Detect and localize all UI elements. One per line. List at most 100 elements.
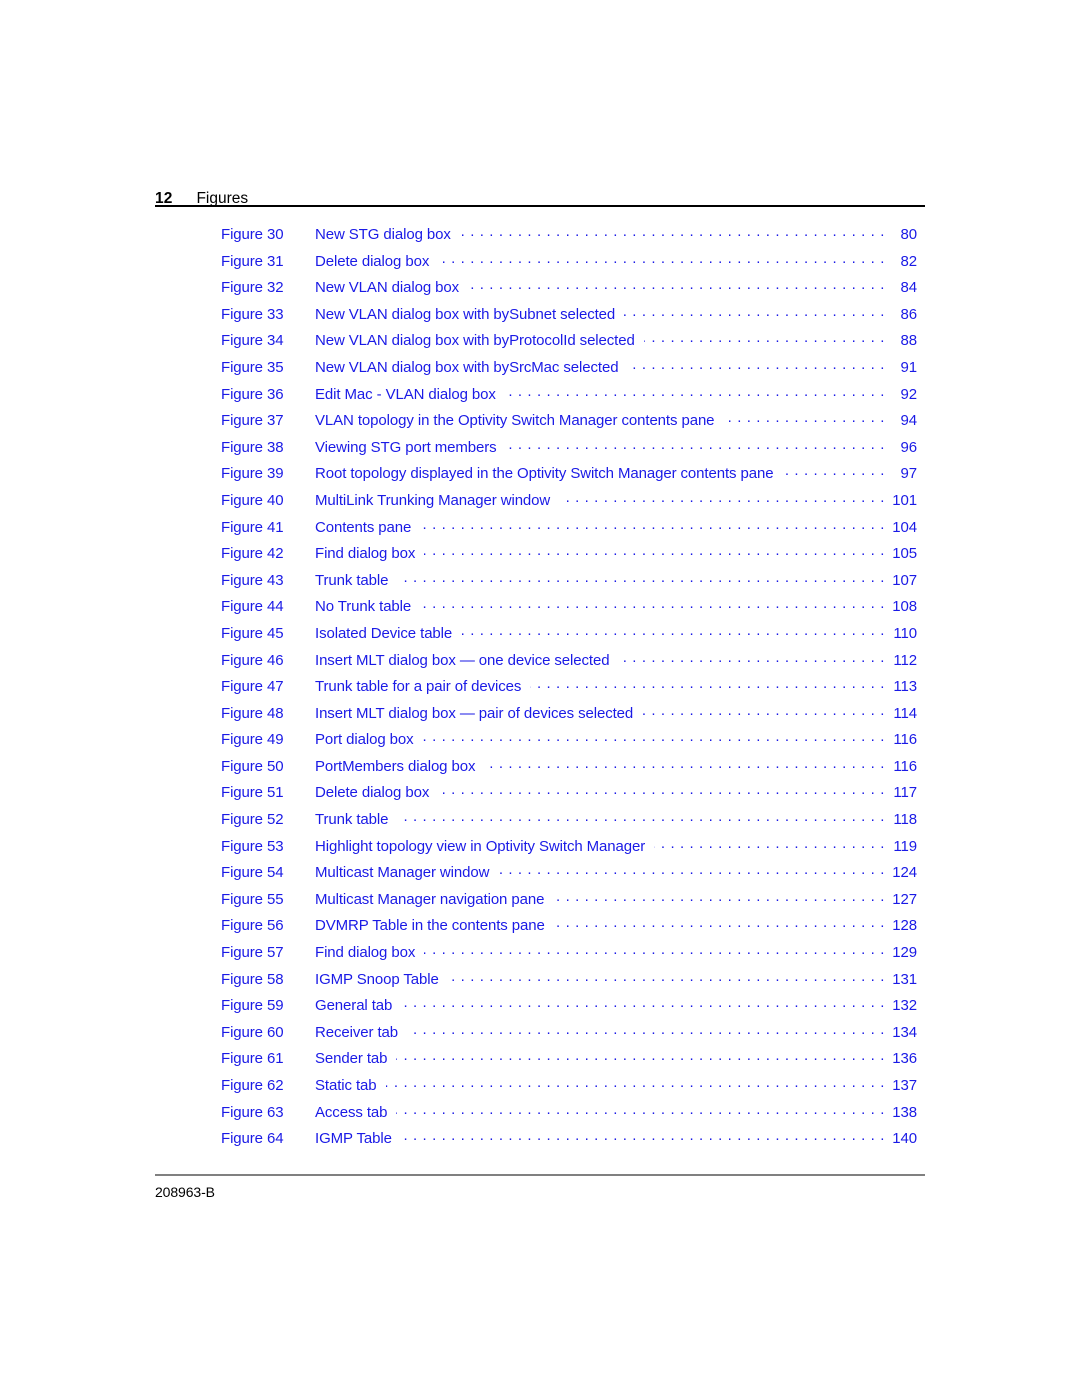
figure-entry[interactable]: Figure 58 IGMP Snoop Table 131: [221, 969, 917, 996]
dot-leader: [782, 463, 885, 478]
figure-entry-page-number: 132: [892, 997, 917, 1015]
figure-entry[interactable]: Figure 30 New STG dialog box 80: [221, 224, 917, 251]
figure-entry-label: Figure 50: [221, 757, 284, 775]
figure-entry[interactable]: Figure 43 Trunk table 107: [221, 570, 917, 597]
figure-entry-page-number: 137: [892, 1077, 917, 1094]
figure-entry[interactable]: Figure 56 DVMRP Table in the contents pan…: [221, 915, 917, 942]
list-of-figures: Figure 30 New STG dialog box 80 Figure 31 De…: [221, 224, 917, 1155]
figure-entry-page-number: 94: [900, 412, 918, 430]
dot-leader: [396, 1102, 885, 1117]
figure-entry[interactable]: Figure 49 Port dialog box 116: [221, 729, 917, 756]
dot-leader: [460, 224, 885, 239]
figure-entry[interactable]: Figure 52 Trunk table 118: [221, 809, 917, 836]
figure-entry[interactable]: Figure 33 New VLAN dialog box with bySubn…: [221, 304, 917, 331]
figure-entry[interactable]: Figure 31 Delete dialog box 82: [221, 251, 917, 278]
figure-entry-label: Figure 51: [221, 784, 284, 802]
dot-leader: [423, 729, 885, 744]
figure-entry[interactable]: Figure 55 Multicast Manager navigation pa…: [221, 889, 917, 916]
figure-entry[interactable]: Figure 32 New VLAN dialog box 84: [221, 277, 917, 304]
figure-entry-label: Figure 43: [221, 571, 284, 589]
dot-leader: [627, 357, 885, 372]
figure-entry-label: Figure 52: [221, 811, 284, 829]
figure-entry[interactable]: Figure 50 PortMembers dialog box 116: [221, 756, 917, 783]
figure-entry-page-number: 104: [892, 518, 917, 536]
figure-entry[interactable]: Figure 38 Viewing STG port members 96: [221, 437, 917, 464]
figure-entry[interactable]: Figure 34 New VLAN dialog box with byProt…: [221, 330, 917, 357]
figure-entry[interactable]: Figure 61 Sender tab 136: [221, 1048, 917, 1075]
figure-entry[interactable]: Figure 57 Find dialog box 129: [221, 942, 917, 969]
figure-entry-label: Figure 42: [221, 545, 284, 563]
figure-entry[interactable]: Figure 51 Delete dialog box 117: [221, 782, 917, 809]
figure-entry-title: Delete dialog box: [315, 252, 430, 270]
figure-entry-label: Figure 63: [221, 1103, 284, 1121]
figure-entry[interactable]: Figure 37 VLAN topology in the Optivity S…: [221, 410, 917, 437]
figure-entry[interactable]: Figure 59 General tab 132: [221, 995, 917, 1022]
figure-entry-title: DVMRP Table in the contents pane: [315, 917, 545, 935]
figure-entry-page-number: 91: [900, 358, 918, 376]
figure-entry-page-number: 116: [893, 757, 917, 775]
figure-entry-page-number: 114: [893, 704, 917, 722]
figure-entry[interactable]: Figure 35 New VLAN dialog box with bySrcM…: [221, 357, 917, 384]
figure-entry[interactable]: Figure 60 Receiver tab 134: [221, 1022, 917, 1049]
figure-entry-label: Figure 32: [221, 279, 284, 297]
figure-entry[interactable]: Figure 39 Root topology displayed in the …: [221, 463, 917, 490]
figure-entry-title: Static tab: [315, 1077, 377, 1094]
figure-entry-label: Figure 49: [221, 731, 284, 749]
figure-entry-page-number: 113: [893, 678, 917, 696]
figure-entry[interactable]: Figure 47 Trunk table for a pair of devic…: [221, 676, 917, 703]
figure-entry-title: Trunk table: [315, 811, 389, 829]
figure-entry[interactable]: Figure 40 MultiLink Trunking Manager wind…: [221, 490, 917, 517]
figure-entry[interactable]: Figure 64 IGMP Table 140: [221, 1128, 917, 1155]
figure-entry-title: New VLAN dialog box with byProtocolId se…: [315, 332, 635, 350]
figure-entry-label: Figure 58: [221, 970, 284, 988]
figure-entry-title: VLAN topology in the Optivity Switch Man…: [315, 412, 715, 430]
figure-entry[interactable]: Figure 48 Insert MLT dialog box — pair of…: [221, 703, 917, 730]
figure-entry-title: Find dialog box: [315, 944, 416, 962]
header-divider: [155, 205, 925, 207]
figure-entry-page-number: 80: [900, 226, 918, 243]
dot-leader: [553, 889, 885, 904]
dot-leader: [624, 304, 885, 319]
figure-entry-title: Insert MLT dialog box — one device selec…: [315, 651, 610, 669]
dot-leader: [397, 809, 885, 824]
figure-entry[interactable]: Figure 62 Static tab 137: [221, 1075, 917, 1102]
figure-entry-page-number: 108: [892, 598, 917, 616]
dot-leader: [484, 756, 885, 771]
figure-entry-label: Figure 31: [221, 252, 284, 270]
figure-entry[interactable]: Figure 46 Insert MLT dialog box — one dev…: [221, 650, 917, 677]
figure-entry-page-number: 140: [892, 1130, 917, 1148]
dot-leader: [723, 410, 885, 425]
figure-entry[interactable]: Figure 42 Find dialog box 105: [221, 543, 917, 570]
figure-entry[interactable]: Figure 54 Multicast Manager window 124: [221, 862, 917, 889]
figure-entry-label: Figure 56: [221, 917, 284, 935]
figure-entry-page-number: 88: [900, 332, 918, 350]
figure-entry-page-number: 107: [892, 571, 917, 589]
figure-entry[interactable]: Figure 41 Contents pane 104: [221, 517, 917, 544]
figure-entry-title: Access tab: [315, 1103, 388, 1121]
figure-entry-label: Figure 46: [221, 651, 284, 669]
dot-leader: [424, 942, 885, 957]
dot-leader: [396, 1048, 885, 1063]
figure-entry-page-number: 86: [900, 305, 918, 323]
figure-entry-page-number: 116: [893, 731, 917, 749]
figure-entry-label: Figure 57: [221, 944, 284, 962]
footer-document-id: 208963-B: [155, 1184, 215, 1200]
figure-entry[interactable]: Figure 36 Edit Mac - VLAN dialog box 92: [221, 384, 917, 411]
figure-entry-page-number: 129: [892, 944, 917, 962]
figure-entry-title: New STG dialog box: [315, 226, 451, 243]
figure-entry-label: Figure 37: [221, 412, 284, 430]
dot-leader: [386, 1075, 885, 1090]
figure-entry-label: Figure 61: [221, 1050, 284, 1068]
figure-entry-title: Multicast Manager navigation pane: [315, 890, 545, 908]
figure-entry-page-number: 84: [900, 279, 918, 297]
figure-entry-label: Figure 38: [221, 438, 284, 456]
figure-entry-page-number: 124: [892, 864, 917, 882]
figure-entry[interactable]: Figure 44 No Trunk table 108: [221, 596, 917, 623]
document-page: 12 Figures Figure 30 New STG dialog box 80…: [0, 0, 1080, 1397]
figure-entry-label: Figure 47: [221, 678, 284, 696]
figure-entry[interactable]: Figure 53 Highlight topology view in Opti…: [221, 836, 917, 863]
figure-entry[interactable]: Figure 63 Access tab 138: [221, 1102, 917, 1129]
figure-entry-title: MultiLink Trunking Manager window: [315, 491, 551, 509]
figure-entry-title: Trunk table: [315, 571, 389, 589]
figure-entry[interactable]: Figure 45 Isolated Device table 110: [221, 623, 917, 650]
